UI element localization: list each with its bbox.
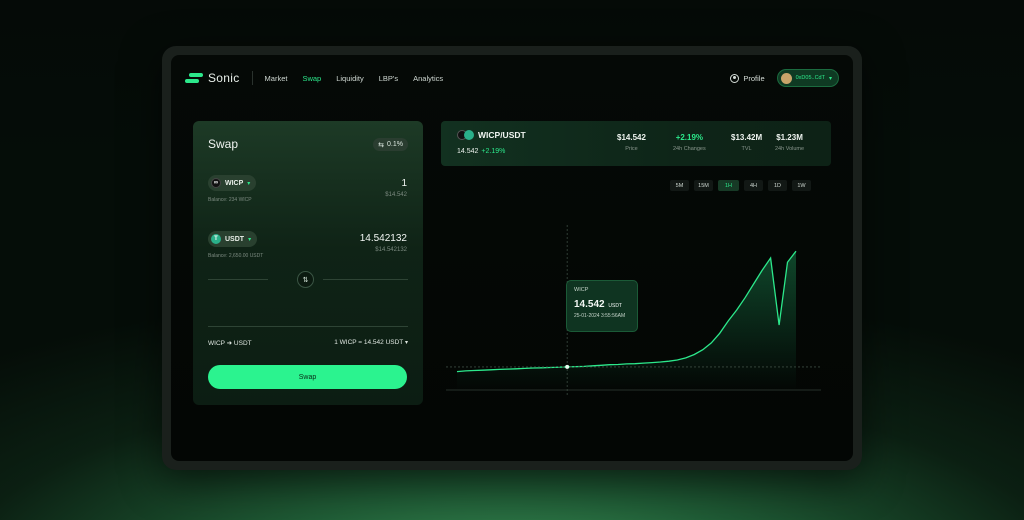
brand-logo[interactable]: Sonic [185,71,240,85]
nav-liquidity[interactable]: Liquidity [336,74,364,83]
stat-value: $14.542 [617,133,646,142]
nav-links: Market Swap Liquidity LBP's Analytics [265,74,444,83]
chart-tooltip: WICP 14.542 USDT 25-01-2024 3:55:56AM [566,280,638,332]
stat-value: $13.42M [731,133,763,142]
nav-market[interactable]: Market [265,74,288,83]
pair-change: +2.19% [481,148,506,155]
tooltip-token: WICP [574,287,589,293]
rate-pair: WICP ➜ USDT [208,340,252,347]
stat-tvl: $13.42M TVL [731,133,762,152]
top-nav: Sonic Market Swap Liquidity LBP's Analyt… [171,55,853,101]
stat-24h-volume: $1.23M 24h Volume [775,133,804,152]
pair-name: WICP/USDT [478,130,526,140]
from-amount-input[interactable]: 1 [401,178,407,189]
to-balance: Balance: 2,650.00 USDT [208,253,264,259]
swap-title: Swap [208,137,239,151]
timeframe-1h[interactable]: 1H [718,180,739,191]
rate-divider [208,326,408,327]
divider-left [208,279,268,280]
wallet-avatar [780,72,792,84]
pair-header: WICP/USDT 14.542 +2.19% $14.542 Price +2.… [441,121,831,166]
rate-value-toggle[interactable]: 1 WICP = 14.542 USDT ▾ [334,339,408,347]
swap-card: Swap ⇆ 0.1% ∞ WICP ▾ Balance: 234 WICP 1… [193,121,423,405]
timeframe-4h[interactable]: 4H [744,180,763,191]
stat-label: 24h Volume [775,146,805,152]
settings-arrows-icon: ⇆ [378,141,385,149]
profile-link[interactable]: Profile [730,73,765,83]
tooltip-time: 25-01-2024 3:55:56AM [574,313,626,319]
nav-right: Profile 0xD05..CdT ▾ [730,69,839,87]
app-screen: Sonic Market Swap Liquidity LBP's Analyt… [171,55,853,461]
profile-label: Profile [743,73,765,83]
to-token-label: USDT [225,235,245,243]
rate-value: 1 WICP = 14.542 USDT [334,339,404,346]
timeframe-15m[interactable]: 15M [694,180,713,191]
to-token-select[interactable]: T USDT ▾ [208,231,258,247]
slippage-value: 0.1% [387,141,403,148]
nav-swap[interactable]: Swap [302,74,321,83]
pair-price: 14.542 [457,148,479,155]
chevron-down-icon: ▾ [248,236,252,243]
wicp-token-icon: ∞ [211,178,221,188]
from-amount-usd: $14.542 [385,192,407,198]
stat-price: $14.542 Price [617,133,646,152]
swap-arrows-icon: ⇅ [302,276,309,284]
chevron-down-icon: ▾ [247,180,251,187]
timeframe-1d[interactable]: 1D [768,180,787,191]
nav-lbps[interactable]: LBP's [379,74,398,83]
switch-tokens-button[interactable]: ⇅ [297,271,314,288]
pair-title[interactable]: WICP/USDT [457,130,526,140]
usdt-token-icon [464,130,474,140]
swap-button[interactable]: Swap [208,365,407,389]
stat-value: +2.19% [675,133,704,142]
nav-analytics[interactable]: Analytics [413,74,443,83]
timeframe-1w[interactable]: 1W [792,180,811,191]
from-balance: Balance: 234 WICP [208,197,252,203]
usdt-token-icon: T [211,234,221,244]
pair-price-row: 14.542 +2.19% [457,148,505,155]
tooltip-price: 14.542 [574,299,605,310]
chevron-down-icon: ▾ [828,75,832,82]
chart-highlight-point[interactable] [565,364,570,369]
timeframe-5m[interactable]: 5M [670,180,689,191]
user-icon [730,73,740,83]
tooltip-price-row: 14.542 USDT [574,299,630,310]
pair-token-icons [457,130,474,140]
device-frame: Sonic Market Swap Liquidity LBP's Analyt… [162,46,862,470]
chevron-down-icon: ▾ [404,340,408,346]
to-amount-input[interactable]: 14.542132 [360,233,407,244]
rate-row: WICP ➜ USDT 1 WICP = 14.542 USDT ▾ [208,339,408,347]
stat-value: $1.23M [776,133,803,142]
brand-name: Sonic [208,71,240,85]
tooltip-unit: USDT [608,303,622,309]
sonic-logo-icon [185,72,203,84]
timeframe-selector: 5M 15M 1H 4H 1D 1W [670,180,811,191]
to-amount-usd: $14.542132 [375,247,407,253]
stat-24h-change: +2.19% 24h Changes [673,133,706,152]
slippage-button[interactable]: ⇆ 0.1% [373,138,408,151]
wallet-address: 0xD05..CdT [795,75,825,81]
stat-label: Price [625,146,638,152]
from-token-label: WICP [225,179,244,187]
from-token-select[interactable]: ∞ WICP ▾ [208,175,257,191]
stat-label: 24h Changes [673,146,706,152]
wallet-button[interactable]: 0xD05..CdT ▾ [776,69,839,87]
nav-separator [251,71,253,85]
divider-right [323,279,408,280]
stat-label: TVL [741,146,752,152]
